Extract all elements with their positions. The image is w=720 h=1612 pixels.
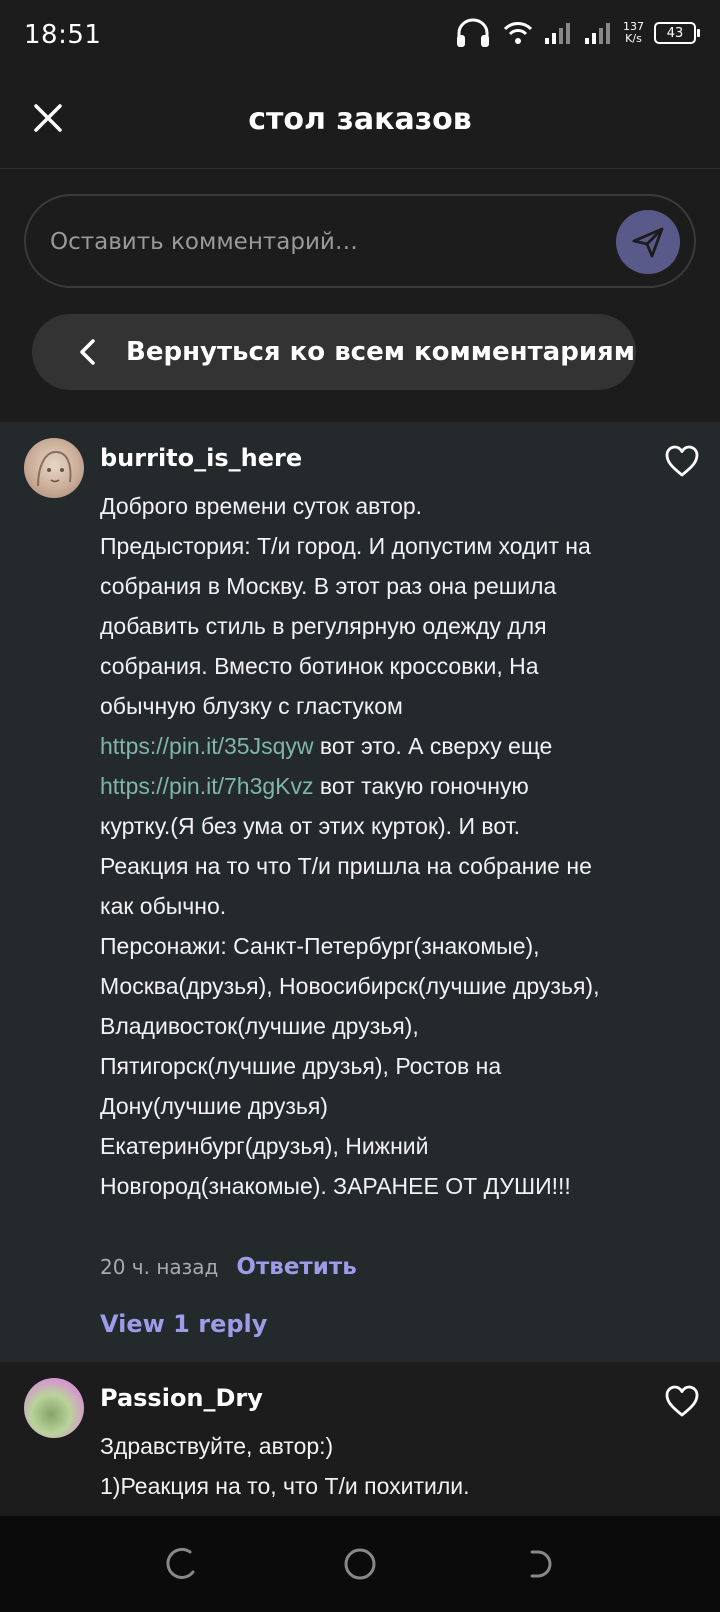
page-title: стол заказов xyxy=(248,102,472,137)
recent-apps-icon[interactable] xyxy=(160,1544,200,1584)
avatar[interactable] xyxy=(24,438,84,498)
back-button-label: Вернуться ко всем комментариям xyxy=(126,337,636,367)
status-icons: 137 K/s 43 xyxy=(453,18,700,48)
status-bar: 18:51 137 K/s 43 xyxy=(0,0,720,72)
heart-icon[interactable] xyxy=(664,1384,700,1418)
comment-time: 20 ч. назад xyxy=(100,1255,219,1279)
net-speed-unit: K/s xyxy=(625,32,642,45)
send-button[interactable] xyxy=(616,210,680,274)
comment-text-part: Доброго времени суток автор. Предыстория… xyxy=(100,493,591,719)
send-icon xyxy=(632,227,664,258)
comment-item: Passion_Dry Здравствуйте, автор:) 1)Реак… xyxy=(0,1362,720,1516)
reply-button[interactable]: Ответить xyxy=(236,1254,356,1280)
wifi-icon xyxy=(503,22,533,44)
system-nav-bar xyxy=(0,1516,720,1612)
chevron-left-icon xyxy=(78,338,96,366)
back-to-comments-button[interactable]: Вернуться ко всем комментариям xyxy=(32,314,636,390)
back-icon[interactable] xyxy=(520,1544,560,1584)
comment-item: burrito_is_here Доброго времени суток ав… xyxy=(0,422,720,1362)
comment-text-part: вот такую гоночную куртку.(Я без ума от … xyxy=(100,773,600,1199)
net-speed: 137 K/s xyxy=(623,21,644,45)
comment-text: Доброго времени суток автор. Предыстория… xyxy=(100,486,600,1206)
comment-input-box xyxy=(24,194,696,288)
signal-2-icon xyxy=(585,23,610,44)
comment-input[interactable] xyxy=(48,218,592,266)
heart-icon[interactable] xyxy=(664,444,700,478)
comment-link[interactable]: https://pin.it/35Jsqyw xyxy=(100,733,314,759)
avatar[interactable] xyxy=(24,1378,84,1438)
comment-username[interactable]: Passion_Dry xyxy=(100,1384,263,1412)
battery-level: 43 xyxy=(666,25,684,41)
header: стол заказов xyxy=(0,72,720,169)
headphones-icon xyxy=(457,18,489,47)
comment-meta: 20 ч. назад Ответить xyxy=(100,1254,357,1280)
signal-icon xyxy=(545,23,570,44)
comment-link[interactable]: https://pin.it/7h3gKvz xyxy=(100,773,314,799)
status-time: 18:51 xyxy=(24,20,102,50)
view-replies-button[interactable]: View 1 reply xyxy=(100,1310,267,1338)
comment-username[interactable]: burrito_is_here xyxy=(100,444,302,472)
home-icon[interactable] xyxy=(340,1544,380,1584)
comment-text-part: вот это. А сверху еще xyxy=(313,733,553,759)
battery-icon: 43 xyxy=(654,22,700,44)
comment-text: Здравствуйте, автор:) 1)Реакция на то, ч… xyxy=(100,1433,470,1516)
